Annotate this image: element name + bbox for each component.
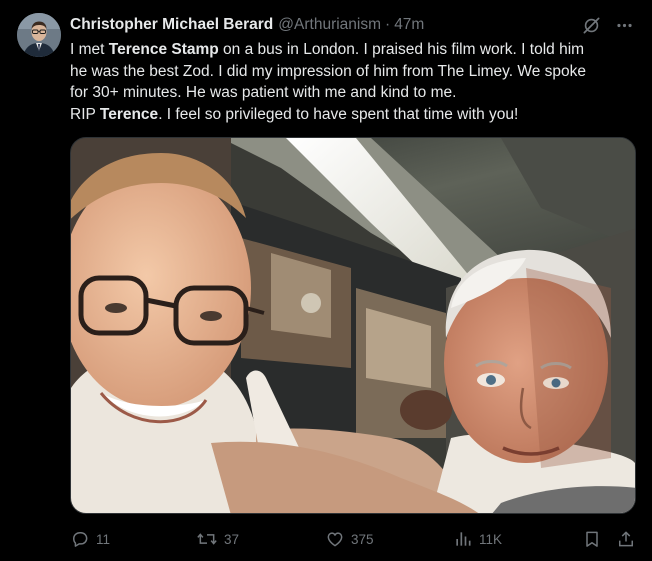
tweet-photo[interactable] (70, 137, 636, 514)
views-icon (453, 529, 473, 549)
tweet-text-emphasis: Terence Stamp (108, 41, 219, 58)
tweet-text-line: I met Terence Stamp on a bus in London. … (70, 39, 640, 61)
tweet-header: Christopher Michael Berard @Arthurianism… (70, 14, 634, 36)
tweet-text-segment: for 30+ minutes. He was patient with me … (70, 84, 457, 101)
bookmark-icon (582, 529, 602, 549)
tweet-text-segment: RIP (70, 105, 100, 123)
bookmark-button[interactable] (582, 526, 602, 552)
reply-icon (70, 529, 90, 549)
tweet-text-line: for 30+ minutes. He was patient with me … (70, 82, 640, 104)
post-timestamp[interactable]: 47m (394, 16, 424, 34)
tweet-text-emphasis: Terence (99, 105, 159, 123)
action-bar: 11 37 375 11K (70, 526, 636, 552)
heart-icon (325, 529, 345, 549)
grok-icon[interactable] (582, 16, 601, 35)
views-button[interactable]: 11K (453, 526, 502, 552)
repost-icon (196, 529, 218, 549)
tweet-text: I met Terence Stamp on a bus in London. … (70, 39, 640, 125)
repost-button[interactable]: 37 (196, 526, 239, 552)
tweet: Christopher Michael Berard @Arthurianism… (0, 0, 652, 561)
tweet-text-line: he was the best Zod. I did my impression… (70, 61, 640, 83)
reply-count: 11 (96, 531, 111, 547)
author-handle[interactable]: @Arthurianism (278, 16, 381, 34)
tweet-text-segment: . I feel so privileged to have spent tha… (158, 105, 519, 123)
author-display-name[interactable]: Christopher Michael Berard (70, 16, 273, 34)
like-count: 375 (351, 531, 374, 547)
share-button[interactable] (616, 526, 636, 552)
more-icon[interactable] (615, 16, 634, 35)
views-count: 11K (479, 531, 503, 547)
tweet-text-segment: I met (70, 41, 109, 58)
meta-separator: · (385, 16, 391, 33)
selfie-photo-image (71, 138, 635, 513)
tweet-text-segment: he was the best Zod. I did my impression… (70, 62, 587, 80)
author-avatar[interactable] (17, 13, 61, 57)
avatar-photo (17, 13, 61, 57)
repost-count: 37 (224, 531, 240, 547)
header-actions (582, 16, 634, 35)
share-icon (616, 529, 636, 549)
tweet-text-line: RIP Terence. I feel so privileged to hav… (70, 104, 640, 126)
like-button[interactable]: 375 (325, 526, 374, 552)
tweet-text-segment: on a bus in London. I praised his film w… (218, 41, 585, 58)
reply-button[interactable]: 11 (70, 526, 110, 552)
